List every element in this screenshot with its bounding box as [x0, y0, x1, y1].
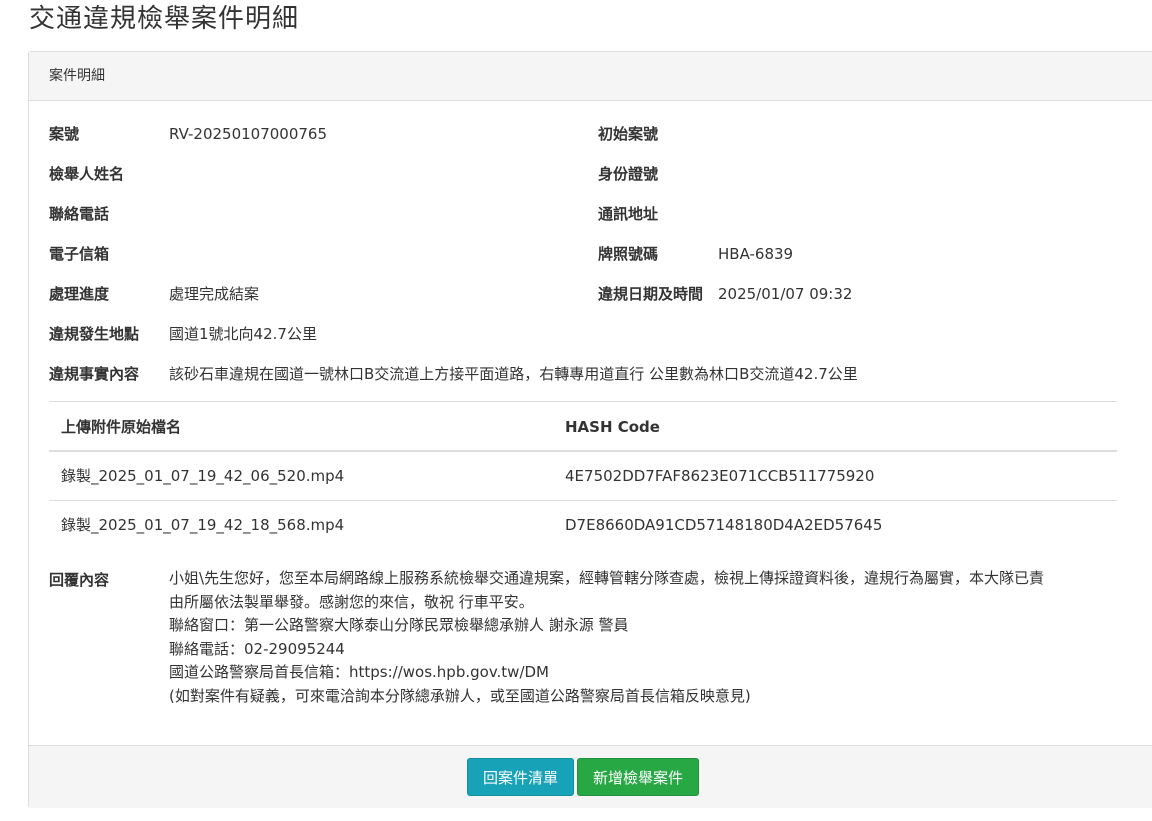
plate-label: 牌照號碼	[598, 245, 659, 263]
status-row: 處理進度	[49, 284, 109, 304]
reporter-name-label: 檢舉人姓名	[49, 165, 125, 183]
case-no-row: 案號	[49, 124, 79, 144]
reply-line: 聯絡電話：02-29095244	[169, 639, 345, 658]
orig-case-no-label: 初始案號	[598, 125, 659, 143]
location-value: 國道1號北向42.7公里	[169, 325, 317, 343]
reporter-name-row: 檢舉人姓名	[49, 164, 124, 184]
email-row: 電子信箱	[49, 244, 109, 264]
new-report-button[interactable]: 新增檢舉案件	[577, 758, 699, 796]
reply-line: (如對案件有疑義，可來電洽詢本分隊總承辦人，或至國道公路警察局首長信箱反映意見)	[169, 686, 751, 705]
attachment-hash: 4E7502DD7FAF8623E071CCB511775920	[565, 467, 875, 485]
facts-label: 違規事實內容	[49, 365, 140, 383]
email-label: 電子信箱	[49, 245, 110, 263]
reply-line: 由所屬依法製單舉發。感謝您的來信，敬祝 行車平安。	[169, 592, 534, 611]
reply-label: 回覆內容	[49, 571, 110, 589]
reply-line: 小姐\先生您好，您至本局網路線上服務系統檢舉交通違規案，經轉管轄分隊查處，檢視上…	[169, 569, 1045, 587]
location-row: 違規發生地點	[49, 324, 139, 344]
plate-value: HBA-6839	[718, 245, 794, 263]
phone-row: 聯絡電話	[49, 204, 109, 224]
address-label: 通訊地址	[598, 205, 659, 223]
page-title: 交通違規檢舉案件明細	[29, 4, 300, 34]
plate-row: 牌照號碼	[598, 244, 658, 264]
reply-content: 小姐\先生您好，您至本局網路線上服務系統檢舉交通違規案，經轉管轄分隊查處，檢視上…	[169, 567, 1109, 708]
orig-case-no-row: 初始案號	[598, 124, 658, 144]
datetime-row: 違規日期及時間	[598, 284, 703, 304]
facts-row: 違規事實內容	[49, 364, 139, 384]
reply-line: 國道公路警察局首長信箱：https://wos.hpb.gov.tw/DM	[169, 663, 549, 681]
case-no-value: RV-20250107000765	[169, 125, 328, 143]
status-value: 處理完成結案	[169, 285, 260, 303]
reply-line: 聯絡窗口：第一公路警察大隊泰山分隊民眾檢舉總承辦人 謝永源 警員	[169, 616, 629, 634]
header-filename: 上傳附件原始檔名	[61, 418, 182, 436]
header-hash: HASH Code	[565, 418, 660, 436]
attachments-header-row: 上傳附件原始檔名 HASH Code	[49, 402, 1117, 452]
datetime-value: 2025/01/07 09:32	[718, 285, 853, 303]
panel-heading: 案件明細	[29, 52, 1152, 101]
location-label: 違規發生地點	[49, 325, 140, 343]
panel-footer: 回案件清單 新增檢舉案件	[29, 745, 1152, 808]
case-no-label: 案號	[49, 125, 80, 143]
address-row: 通訊地址	[598, 204, 658, 224]
attachment-hash: D7E8660DA91CD57148180D4A2ED57645	[565, 516, 883, 534]
attachment-filename: 錄製_2025_01_07_19_42_06_520.mp4	[61, 467, 345, 485]
id-no-label: 身份證號	[598, 165, 659, 183]
attachment-filename: 錄製_2025_01_07_19_42_18_568.mp4	[61, 516, 345, 534]
id-no-row: 身份證號	[598, 164, 658, 184]
phone-label: 聯絡電話	[49, 205, 110, 223]
back-to-list-button[interactable]: 回案件清單	[467, 758, 574, 796]
facts-value: 該砂石車違規在國道一號林口B交流道上方接平面道路，右轉專用道直行 公里數為林口B…	[169, 365, 858, 383]
status-label: 處理進度	[49, 285, 110, 303]
attachments-table: 上傳附件原始檔名 HASH Code 錄製_2025_01_07_19_42_0…	[49, 401, 1117, 550]
case-detail-panel: 案件明細 案號 RV-20250107000765 檢舉人姓名 聯絡電話 電子信…	[28, 51, 1152, 808]
datetime-label: 違規日期及時間	[598, 285, 704, 303]
table-row: 錄製_2025_01_07_19_42_18_568.mp4 D7E8660DA…	[49, 501, 1117, 550]
table-row: 錄製_2025_01_07_19_42_06_520.mp4 4E7502DD7…	[49, 452, 1117, 501]
